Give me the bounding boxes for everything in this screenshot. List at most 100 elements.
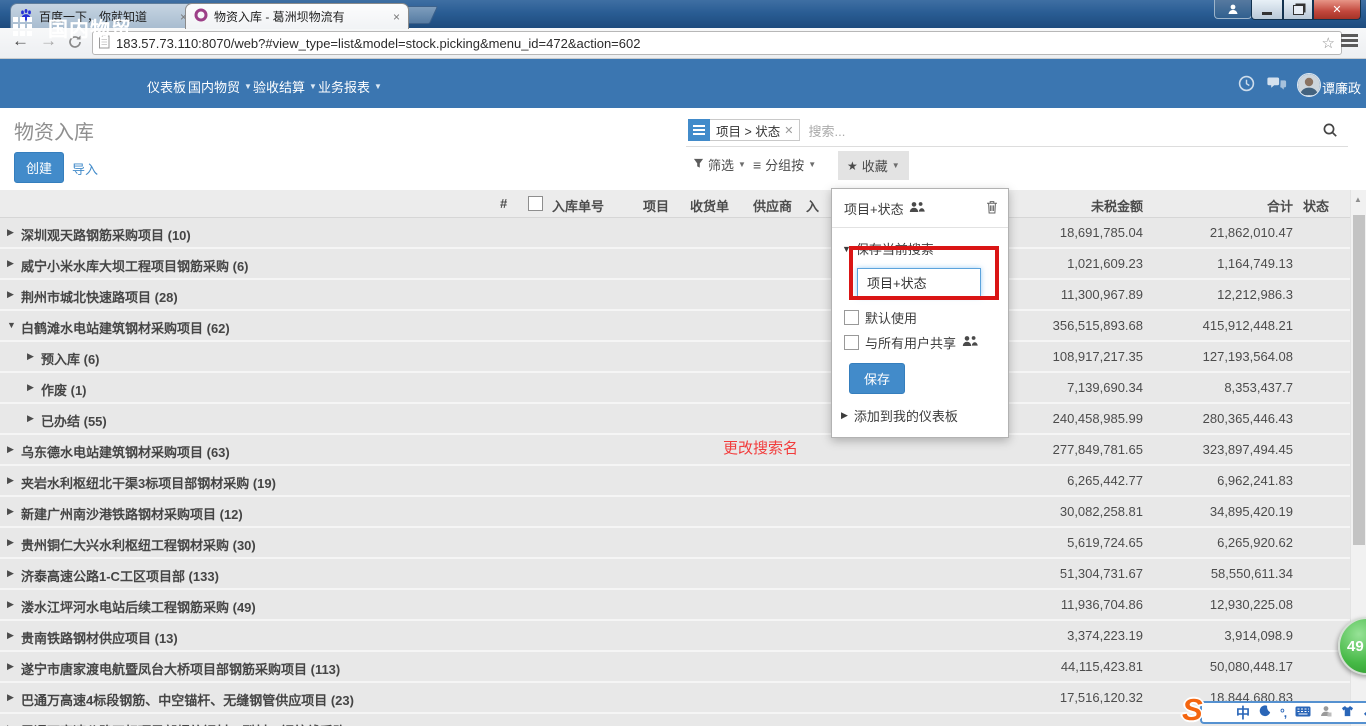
search-placeholder[interactable]: 搜索...: [808, 121, 845, 140]
user-avatar[interactable]: [1297, 73, 1321, 97]
table-row[interactable]: ▶ 作废 (1) 7,139,690.34 8,353,437.7: [0, 373, 1350, 404]
column-header-project[interactable]: 项目: [643, 196, 669, 215]
expand-caret-icon[interactable]: ▼: [7, 320, 16, 330]
ime-toolbar[interactable]: 中 °,: [1200, 701, 1366, 724]
expand-caret-icon[interactable]: ▶: [7, 444, 14, 455]
ime-chinese-mode[interactable]: 中: [1236, 703, 1250, 723]
table-row[interactable]: ▶ 新建广州南沙港铁路钢材采购项目 (12) 30,082,258.81 34,…: [0, 497, 1350, 528]
expand-caret-icon[interactable]: ▶: [27, 413, 34, 424]
expand-caret-icon[interactable]: ▶: [7, 506, 14, 517]
restore-button[interactable]: [1283, 0, 1313, 20]
bars-icon: ≡: [753, 157, 761, 173]
delete-saved-search-icon[interactable]: [986, 200, 998, 217]
brand-title[interactable]: 国内物贸: [48, 13, 132, 42]
menu-dashboard[interactable]: 仪表板: [147, 77, 186, 96]
ime-profile-icon[interactable]: [1320, 704, 1332, 722]
default-checkbox[interactable]: [844, 310, 859, 325]
table-row[interactable]: ▶ 巴通万高速公路四标项目部螺纹钢材、型材、钢绞线采购 (17): [0, 714, 1350, 726]
expand-caret-icon[interactable]: ▶: [7, 227, 14, 238]
expand-caret-icon[interactable]: ▶: [7, 630, 14, 641]
tab-close-icon[interactable]: ×: [393, 11, 400, 23]
table-row[interactable]: ▶ 巴通万高速4标段钢筋、中空锚杆、无缝钢管供应项目 (23) 17,516,1…: [0, 683, 1350, 714]
menu-domestic-trade[interactable]: 国内物贸▼: [188, 77, 252, 96]
use-by-default-option[interactable]: 默认使用: [832, 305, 1008, 330]
expand-caret-icon[interactable]: ▶: [27, 382, 34, 393]
table-row[interactable]: ▶ 乌东德水电站建筑钢材采购项目 (63) 277,849,781.65 323…: [0, 435, 1350, 466]
sogou-logo[interactable]: S: [1182, 692, 1203, 726]
messages-icon[interactable]: [1267, 77, 1287, 96]
table-row[interactable]: ▶ 溇水江坪河水电站后续工程钢筋采购 (49) 11,936,704.86 12…: [0, 590, 1350, 621]
create-button[interactable]: 创建: [14, 152, 64, 183]
page-title: 物资入库: [14, 116, 94, 145]
address-bar[interactable]: 183.57.73.110:8070/web?#view_type=list&m…: [92, 31, 1342, 55]
table-row[interactable]: ▶ 威宁小米水库大坝工程项目钢筋采购 (6) 1,021,609.23 1,16…: [0, 249, 1350, 280]
filter-button[interactable]: 筛选 ▼: [693, 155, 746, 174]
share-with-all-users-option[interactable]: 与所有用户共享: [832, 330, 1008, 355]
ime-punct-mode[interactable]: °,: [1280, 706, 1286, 720]
column-header-untaxed[interactable]: 未税金额: [1040, 196, 1143, 215]
column-header-delivery-note[interactable]: 收货单: [690, 196, 729, 215]
column-header-supplier[interactable]: 供应商: [753, 196, 792, 215]
import-link[interactable]: 导入: [72, 159, 98, 178]
saved-search-item[interactable]: 项目+状态: [832, 189, 1008, 227]
expand-caret-icon[interactable]: ▶: [7, 599, 14, 610]
activity-clock-icon[interactable]: [1238, 75, 1255, 97]
expand-caret-icon[interactable]: ▶: [7, 475, 14, 486]
minimize-button[interactable]: [1251, 0, 1283, 20]
expand-caret-icon[interactable]: ▶: [7, 537, 14, 548]
expand-caret-icon[interactable]: ▶: [27, 351, 34, 362]
search-view[interactable]: 项目 > 状态 ✕ 搜索...: [686, 114, 1348, 147]
expand-caret-icon[interactable]: ▶: [7, 568, 14, 579]
close-button[interactable]: ✕: [1313, 0, 1361, 20]
table-row[interactable]: ▶ 深圳观天路钢筋采购项目 (10) 18,691,785.04 21,862,…: [0, 218, 1350, 249]
browser-menu-icon[interactable]: [1341, 34, 1358, 49]
ime-skin-shirt-icon[interactable]: [1341, 704, 1354, 722]
table-row[interactable]: ▶ 济泰高速公路1-C工区项目部 (133) 51,304,731.67 58,…: [0, 559, 1350, 590]
facet-remove-icon[interactable]: ✕: [784, 124, 793, 137]
browser-profile-button[interactable]: [1214, 0, 1252, 19]
favorites-button[interactable]: ★ 收藏 ▼: [838, 151, 909, 180]
apps-grid-icon[interactable]: [13, 17, 32, 36]
group-name: 贵南铁路钢材供应项目 (13): [21, 628, 178, 647]
bookmark-star-icon[interactable]: ☆: [1322, 34, 1335, 52]
table-row[interactable]: ▶ 贵州铜仁大兴水利枢纽工程钢材采购 (30) 5,619,724.65 6,2…: [0, 528, 1350, 559]
save-button[interactable]: 保存: [849, 363, 905, 394]
menu-business-reports[interactable]: 业务报表▼: [318, 77, 382, 96]
expand-caret-icon[interactable]: ▶: [7, 661, 14, 672]
chevron-down-icon: ▼: [892, 161, 900, 170]
url-text[interactable]: 183.57.73.110:8070/web?#view_type=list&m…: [116, 36, 1316, 51]
column-header-receipt-no[interactable]: 入库单号: [552, 196, 604, 215]
column-header-status[interactable]: 状态: [1303, 196, 1329, 215]
table-row[interactable]: ▶ 夹岩水利枢纽北干渠3标项目部钢材采购 (19) 6,265,442.77 6…: [0, 466, 1350, 497]
scroll-up-icon[interactable]: ▲: [1354, 195, 1362, 204]
table-row[interactable]: ▼ 白鹤滩水电站建筑钢材采购项目 (62) 356,515,893.68 415…: [0, 311, 1350, 342]
expand-caret-icon[interactable]: ▶: [7, 289, 14, 300]
scrollbar-thumb[interactable]: [1353, 215, 1365, 545]
total-amount: 415,912,448.21: [1150, 318, 1293, 333]
search-icon[interactable]: [1322, 122, 1338, 143]
table-row[interactable]: ▶ 已办结 (55) 240,458,985.99 280,365,446.43: [0, 404, 1350, 435]
select-all-checkbox[interactable]: [528, 196, 543, 211]
share-checkbox[interactable]: [844, 335, 859, 350]
user-name[interactable]: 谭廉政: [1322, 78, 1361, 97]
table-row[interactable]: ▶ 荆州市城北快速路项目 (28) 11,300,967.89 12,212,9…: [0, 280, 1350, 311]
column-header-total[interactable]: 合计: [1196, 196, 1293, 215]
expand-caret-icon[interactable]: ▶: [7, 692, 14, 703]
chevron-down-icon: ▼: [309, 82, 317, 91]
ime-moon-icon[interactable]: [1259, 704, 1271, 722]
menu-acceptance-settlement[interactable]: 验收结算▼: [253, 77, 317, 96]
groupby-button[interactable]: ≡ 分组按 ▼: [753, 155, 816, 174]
expand-caret-icon[interactable]: ▶: [7, 258, 14, 269]
ime-keyboard-icon[interactable]: [1295, 704, 1311, 722]
window-controls: ✕: [1251, 0, 1361, 20]
table-row[interactable]: ▶ 贵南铁路钢材供应项目 (13) 3,374,223.19 3,914,098…: [0, 621, 1350, 652]
add-to-dashboard-section[interactable]: ▶ 添加到我的仪表板: [832, 396, 1008, 425]
search-facet[interactable]: 项目 > 状态 ✕: [688, 119, 800, 141]
untaxed-amount: 44,115,423.81: [1000, 659, 1143, 674]
table-row[interactable]: ▶ 预入库 (6) 108,917,217.35 127,193,564.08: [0, 342, 1350, 373]
table-row[interactable]: ▶ 遂宁市唐家渡电航暨凤台大桥项目部钢筋采购项目 (113) 44,115,42…: [0, 652, 1350, 683]
column-header-clipped[interactable]: 入: [806, 196, 819, 215]
total-amount: 50,080,448.17: [1150, 659, 1293, 674]
browser-tab-current[interactable]: 物资入库 - 葛洲坝物流有 ×: [185, 3, 409, 29]
total-amount: 21,862,010.47: [1150, 225, 1293, 240]
